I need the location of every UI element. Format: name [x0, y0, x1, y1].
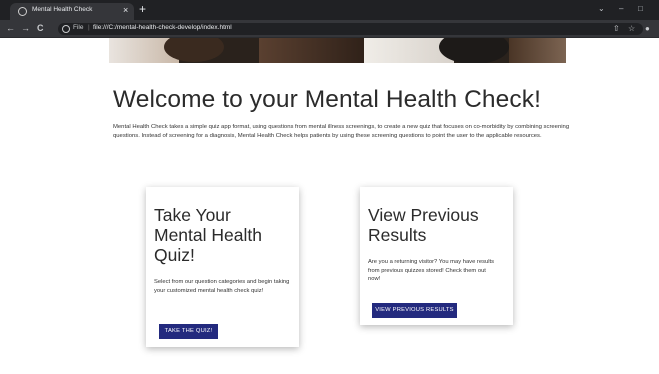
take-quiz-button[interactable]: TAKE THE QUIZ! [159, 324, 218, 339]
share-icon[interactable]: ⇧ [613, 23, 620, 34]
tab-search-icon[interactable]: ⌄ [598, 4, 605, 14]
profile-icon[interactable]: ● [645, 24, 654, 33]
tab-title: Mental Health Check [32, 6, 93, 13]
card-title: Take Your Mental Health Quiz! [154, 205, 262, 265]
reload-icon[interactable]: C [37, 23, 44, 34]
info-icon[interactable] [62, 25, 70, 33]
page-title: Welcome to your Mental Health Check! [113, 86, 541, 113]
view-results-card: View Previous Results Are you a returnin… [360, 187, 513, 325]
close-tab-icon[interactable]: × [123, 4, 128, 16]
new-tab-icon[interactable]: + [139, 3, 146, 15]
intro-paragraph: Mental Health Check takes a simple quiz … [113, 124, 570, 139]
forward-arrow-icon[interactable]: → [21, 23, 30, 34]
card-description: Select from our question categories and … [154, 279, 290, 294]
take-quiz-card: Take Your Mental Health Quiz! Select fro… [146, 187, 299, 347]
url-separator: | [88, 24, 90, 31]
card-title: View Previous Results [368, 205, 479, 245]
url-text[interactable]: file:///C:/mental-health-check-develop/i… [93, 24, 232, 31]
browser-tab[interactable]: Mental Health Check × [10, 3, 134, 20]
view-results-button[interactable]: VIEW PREVIOUS RESULTS [372, 303, 457, 318]
card-description: Are you a returning visitor? You may hav… [368, 259, 494, 282]
hero-image [109, 38, 566, 63]
browser-tab-strip: Mental Health Check × + ⌄ – □ [0, 0, 659, 20]
bookmark-star-icon[interactable]: ☆ [628, 23, 635, 34]
back-arrow-icon[interactable]: ← [6, 23, 15, 34]
minimize-icon[interactable]: – [619, 4, 623, 14]
file-scheme-label: File [73, 24, 84, 31]
address-bar[interactable]: File | file:///C:/mental-health-check-de… [58, 23, 643, 35]
browser-toolbar: ← → C File | file:///C:/mental-health-ch… [0, 20, 659, 38]
maximize-icon[interactable]: □ [638, 4, 643, 14]
globe-icon [18, 7, 27, 16]
